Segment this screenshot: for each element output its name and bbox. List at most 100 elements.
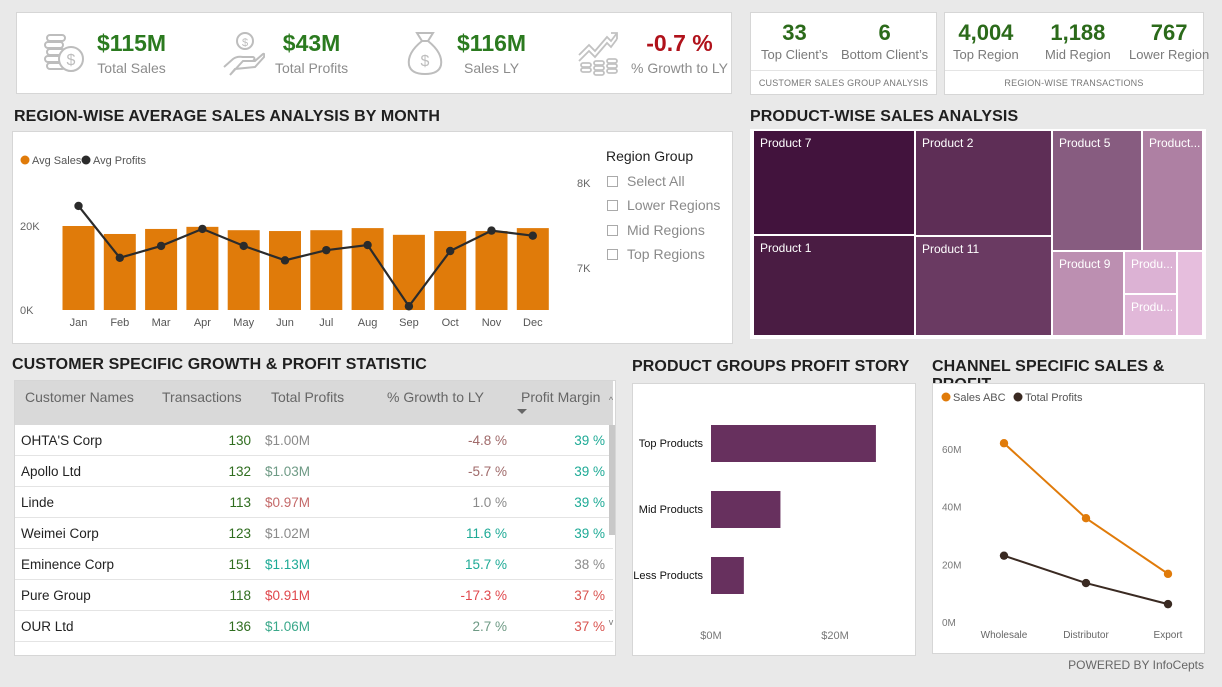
customer-name-cell: Linde	[21, 495, 55, 510]
x-axis-tick: Aug	[358, 317, 378, 329]
x-axis-tick: $0M	[700, 630, 721, 642]
customer-name-cell: Weimei Corp	[21, 526, 99, 541]
top-region-stat: 4,004 Top Region	[953, 20, 1019, 63]
kpi-value: $115M	[97, 30, 167, 56]
point-series	[1081, 578, 1091, 588]
table-row[interactable]: Apollo Ltd 132 $1.03M -5.7 % 39 %	[15, 456, 613, 487]
table-row[interactable]: OUR Ltd 136 $1.06M 2.7 % 37 %	[15, 611, 613, 642]
treemap-tile[interactable]: Product 11	[916, 237, 1051, 335]
x-axis-tick: Wholesale	[981, 630, 1028, 641]
filter-mid-regions[interactable]: Mid Regions	[607, 222, 705, 238]
treemap-tile[interactable]	[1178, 252, 1202, 335]
point-series	[1163, 569, 1173, 579]
stat-value: 4,004	[958, 20, 1014, 45]
treemap-tile[interactable]: Produ...	[1125, 252, 1176, 293]
x-axis-tick: Jan	[70, 317, 88, 329]
product-groups-title: PRODUCT GROUPS PROFIT STORY	[632, 358, 910, 375]
stat-label: Lower Region	[1129, 47, 1210, 62]
kpi-sales-ly: $ $116M Sales LY	[403, 13, 526, 93]
legend-label: Sales ABC	[953, 392, 1006, 404]
bar-avg-sales	[475, 231, 508, 310]
table-row[interactable]: Pure Group 118 $0.91M -17.3 % 37 %	[15, 580, 613, 611]
col-header-growth-ly[interactable]: % Growth to LY	[387, 381, 484, 425]
checkbox[interactable]	[607, 199, 618, 211]
transactions-cell: 113	[229, 495, 251, 510]
y-axis-category-label: Mid Products	[639, 504, 704, 516]
table-row[interactable]: OHTA'S Corp 130 $1.00M -4.8 % 39 %	[15, 425, 613, 456]
table-row[interactable]: Weimei Corp 123 $1.02M 11.6 % 39 %	[15, 518, 613, 549]
sort-descending-icon[interactable]	[517, 409, 527, 414]
y-axis-category-label: Less Products	[633, 570, 703, 582]
growth-cell: -17.3 %	[460, 588, 507, 603]
stat-value: 767	[1150, 20, 1188, 45]
filter-label: Top Regions	[627, 246, 705, 262]
point-series	[999, 439, 1009, 448]
treemap-tile[interactable]: Product 5	[1053, 131, 1141, 250]
table-row[interactable]: Linde 113 $0.97M 1.0 % 39 %	[15, 487, 613, 518]
treemap-tile[interactable]: Product 2	[916, 131, 1051, 235]
filter-lower-regions[interactable]: Lower Regions	[607, 197, 720, 213]
stat-label: Top Client’s	[761, 47, 828, 62]
col-header-total-profits[interactable]: Total Profits	[271, 381, 344, 425]
growth-cell: 11.6 %	[465, 526, 507, 541]
legend-marker-avg-sales	[20, 155, 30, 165]
x-axis-tick: Mar	[152, 317, 171, 329]
point-avg-profits	[156, 241, 166, 251]
treemap-tile[interactable]: Produ...	[1125, 295, 1176, 335]
filter-top-regions[interactable]: Top Regions	[607, 246, 705, 262]
treemap-tile[interactable]: Product...	[1143, 131, 1202, 250]
kpi-value: -0.7 %	[646, 30, 713, 56]
product-treemap: Product 7 Product 1 Product 2 Product 11…	[750, 129, 1206, 339]
transactions-cell: 123	[228, 526, 251, 541]
treemap-title: PRODUCT-WISE SALES ANALYSIS	[750, 108, 1019, 125]
checkbox[interactable]	[607, 248, 618, 260]
y-axis-category-label: Top Products	[639, 438, 704, 450]
checkbox[interactable]	[607, 175, 618, 187]
x-axis-tick: Export	[1154, 630, 1183, 641]
line-series	[1003, 442, 1169, 575]
col-header-profit-margin[interactable]: Profit Margin	[521, 381, 600, 425]
point-series	[999, 551, 1009, 560]
filter-select-all[interactable]: Select All	[607, 173, 685, 189]
scroll-up-icon[interactable]: ^	[607, 395, 615, 405]
stat-value: 6	[878, 20, 891, 45]
profit-margin-cell: 39 %	[574, 433, 605, 448]
legend-label-avg-sales: Avg Sales	[32, 155, 82, 167]
x-axis-tick: May	[233, 317, 254, 329]
col-header-transactions[interactable]: Transactions	[162, 381, 242, 425]
scroll-down-icon[interactable]: v	[607, 617, 615, 627]
x-axis-tick: Apr	[194, 317, 211, 329]
filter-label: Select All	[627, 173, 685, 189]
growth-cell: -4.8 %	[467, 433, 507, 448]
top-clients-stat: 33 Top Client’s	[761, 21, 828, 63]
kpi-value: $43M	[282, 30, 341, 56]
profit-margin-cell: 39 %	[574, 495, 605, 510]
col-header-customer-names[interactable]: Customer Names	[25, 381, 134, 425]
bar-product-group	[711, 491, 781, 528]
kpi-panel: $ $115M Total Sales $ $43M Total Profits…	[16, 12, 732, 94]
x-axis-tick: Nov	[482, 317, 502, 329]
monthly-chart-title: REGION-WISE AVERAGE SALES ANALYSIS BY MO…	[14, 108, 440, 125]
y-axis-right-tick: 7K	[577, 263, 591, 275]
x-axis-tick: Dec	[523, 317, 543, 329]
transactions-cell: 151	[228, 557, 251, 572]
kpi-value: $116M	[457, 30, 527, 56]
product-groups-card: Top Products Mid Products Less Products $0M…	[632, 383, 916, 656]
treemap-tile[interactable]: Product 9	[1053, 252, 1123, 335]
filter-label: Mid Regions	[627, 222, 705, 238]
hand-coin-icon: $	[223, 32, 265, 76]
legend-label: Total Profits	[1025, 392, 1083, 404]
point-avg-profits	[280, 256, 290, 265]
table-row[interactable]: Eminence Corp 151 $1.13M 15.7 % 38 %	[15, 549, 613, 580]
bar-product-group	[711, 557, 744, 594]
point-avg-profits	[74, 201, 83, 211]
table-scrollbar[interactable]	[609, 425, 615, 535]
table-title: CUSTOMER SPECIFIC GROWTH & PROFIT STATIS…	[12, 356, 427, 373]
lower-region-stat: 767 Lower Region	[1129, 20, 1210, 63]
checkbox[interactable]	[607, 224, 618, 236]
treemap-tile[interactable]: Product 1	[754, 236, 914, 335]
y-axis-tick: 20M	[942, 560, 961, 571]
legend-marker	[941, 392, 951, 402]
treemap-tile[interactable]: Product 7	[754, 131, 914, 234]
point-avg-profits	[528, 231, 537, 240]
